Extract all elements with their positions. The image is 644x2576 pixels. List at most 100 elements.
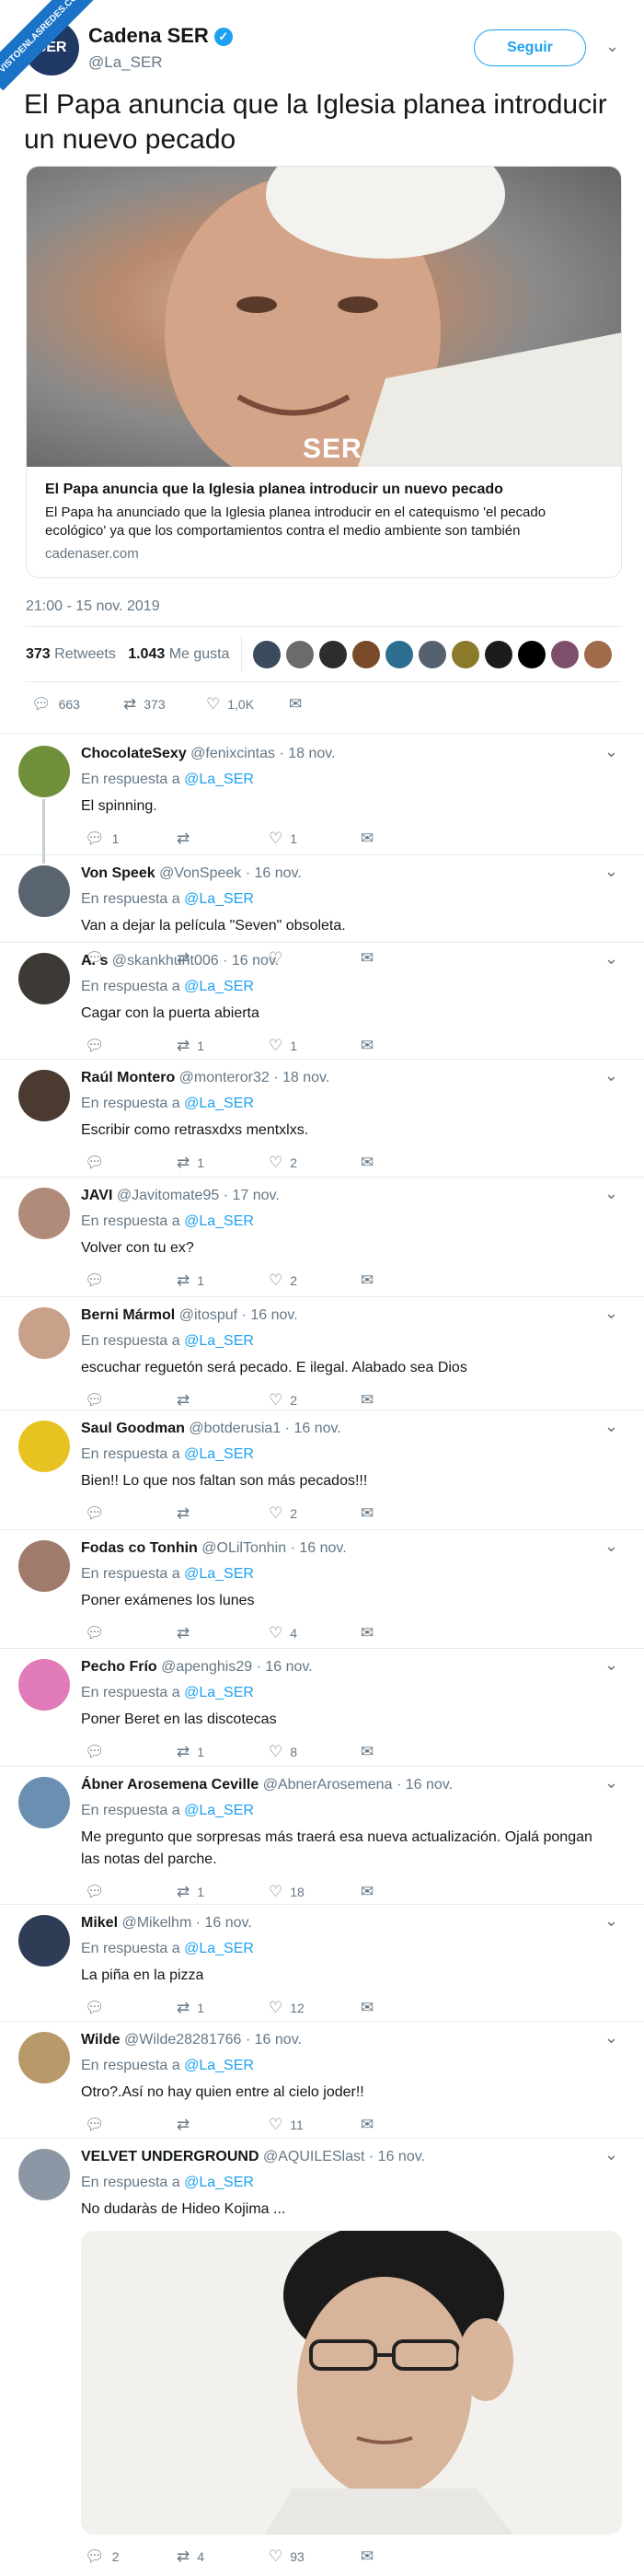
- reply-author-name[interactable]: ChocolateSexy: [81, 746, 187, 761]
- reply-author[interactable]: A. s @skankhunt006 · 16 nov.: [81, 953, 279, 969]
- reply-author-handle[interactable]: @monteror32: [179, 1070, 270, 1085]
- message-action[interactable]: ✉: [361, 1392, 374, 1408]
- reply-to-handle[interactable]: @La_SER: [184, 1685, 254, 1700]
- chevron-down-icon[interactable]: ⌄: [604, 1417, 618, 1436]
- reply-action[interactable]: 💬︎: [85, 1272, 177, 1288]
- liker-avatar[interactable]: [518, 641, 546, 668]
- chevron-down-icon[interactable]: ⌄: [604, 2028, 618, 2048]
- avatar[interactable]: [18, 1070, 70, 1121]
- like-action[interactable]: ♡ 4: [269, 1625, 361, 1641]
- message-action[interactable]: ✉: [361, 2548, 374, 2564]
- liker-avatar[interactable]: [419, 641, 446, 668]
- avatar[interactable]: [18, 1659, 70, 1711]
- reply-author-handle[interactable]: @skankhunt006: [112, 953, 219, 969]
- retweet-action[interactable]: ⇄: [177, 1625, 269, 1641]
- timestamp[interactable]: 21:00 - 15 nov. 2019: [26, 598, 160, 615]
- retweet-action[interactable]: ⇄ 1: [177, 1038, 269, 1053]
- retweet-action[interactable]: ⇄ 1: [177, 1744, 269, 1759]
- message-action[interactable]: ✉: [361, 950, 374, 966]
- avatar[interactable]: [18, 1777, 70, 1828]
- reply-action[interactable]: 💬︎: [85, 1155, 177, 1170]
- like-action[interactable]: ♡ 1: [269, 1038, 361, 1053]
- reply-date[interactable]: · 16 nov.: [285, 1421, 341, 1436]
- message-action[interactable]: ✉: [361, 1155, 374, 1170]
- avatar[interactable]: [18, 865, 70, 917]
- message-action[interactable]: ✉: [361, 1272, 374, 1288]
- reply-action[interactable]: 💬︎: [85, 1744, 177, 1759]
- avatar[interactable]: [18, 746, 70, 797]
- reply-to-handle[interactable]: @La_SER: [184, 1096, 254, 1111]
- chevron-down-icon[interactable]: ⌄: [604, 949, 618, 969]
- like-action[interactable]: ♡ 18: [269, 1884, 361, 1899]
- chevron-down-icon[interactable]: ⌄: [604, 1655, 618, 1675]
- reply-date[interactable]: · 17 nov.: [224, 1188, 280, 1203]
- reply-date[interactable]: · 16 nov.: [369, 2149, 425, 2164]
- like-action[interactable]: ♡ 2: [269, 1272, 361, 1288]
- reply-action[interactable]: 💬︎: [85, 1038, 177, 1053]
- reply-author[interactable]: ChocolateSexy @fenixcintas · 18 nov.: [81, 746, 336, 762]
- reply-action[interactable]: 💬︎: [85, 1392, 177, 1408]
- reply-author[interactable]: Berni Mármol @itospuf · 16 nov.: [81, 1307, 298, 1324]
- likers-avatars[interactable]: [253, 641, 612, 668]
- retweet-action[interactable]: ⇄ 373: [123, 696, 206, 712]
- message-action[interactable]: ✉: [361, 2000, 374, 2015]
- reply-author-handle[interactable]: @AQUILESlast: [263, 2149, 365, 2164]
- link-card[interactable]: SER El Papa anuncia que la Iglesia plane…: [26, 166, 622, 578]
- like-action[interactable]: ♡ 11: [269, 2117, 361, 2132]
- like-action[interactable]: ♡ 1: [269, 830, 361, 846]
- reply-author-name[interactable]: Raúl Montero: [81, 1070, 175, 1085]
- reply-date[interactable]: · 16 nov.: [246, 2032, 302, 2048]
- reply-author-handle[interactable]: @apenghis29: [161, 1659, 252, 1675]
- avatar[interactable]: [18, 1421, 70, 1472]
- chevron-down-icon[interactable]: ⌄: [604, 862, 618, 881]
- reply-author-handle[interactable]: @VonSpeek: [159, 865, 241, 881]
- reply-date[interactable]: · 16 nov.: [257, 1659, 313, 1675]
- reply-author[interactable]: Pecho Frío @apenghis29 · 16 nov.: [81, 1659, 313, 1676]
- like-action[interactable]: ♡ 2: [269, 1155, 361, 1170]
- avatar[interactable]: [18, 1540, 70, 1592]
- reply-to-handle[interactable]: @La_SER: [184, 1213, 254, 1229]
- reply-author[interactable]: VELVET UNDERGROUND @AQUILESlast · 16 nov…: [81, 2149, 425, 2165]
- avatar[interactable]: [18, 2032, 70, 2083]
- reply-action[interactable]: 💬︎: [85, 2000, 177, 2015]
- like-action[interactable]: ♡: [269, 950, 361, 966]
- reply-to-handle[interactable]: @La_SER: [184, 2058, 254, 2073]
- reply-author-handle[interactable]: @botderusia1: [189, 1421, 281, 1436]
- liker-avatar[interactable]: [286, 641, 314, 668]
- reply-to-handle[interactable]: @La_SER: [184, 1941, 254, 1956]
- reply-author-name[interactable]: Wilde: [81, 2032, 121, 2048]
- message-action[interactable]: ✉: [361, 1744, 374, 1759]
- reply-author-name[interactable]: VELVET UNDERGROUND: [81, 2149, 259, 2164]
- account-name-text[interactable]: Cadena SER: [88, 24, 209, 47]
- retweet-action[interactable]: ⇄ 1: [177, 2000, 269, 2015]
- reply-to-handle[interactable]: @La_SER: [184, 772, 254, 787]
- avatar[interactable]: [18, 1915, 70, 1967]
- reply-date[interactable]: · 16 nov.: [246, 865, 302, 881]
- like-action[interactable]: ♡ 2: [269, 1392, 361, 1408]
- reply-to-handle[interactable]: @La_SER: [184, 2175, 254, 2190]
- account-name[interactable]: Cadena SER ✓: [88, 24, 233, 48]
- reply-date[interactable]: · 16 nov.: [291, 1540, 347, 1556]
- like-action[interactable]: ♡ 93: [269, 2548, 361, 2564]
- reply-author-handle[interactable]: @AbnerArosemena: [263, 1777, 393, 1793]
- chevron-down-icon[interactable]: ⌄: [604, 1066, 618, 1085]
- message-action[interactable]: ✉: [361, 1038, 374, 1053]
- reply-author[interactable]: Von Speek @VonSpeek · 16 nov.: [81, 865, 302, 882]
- retweet-action[interactable]: ⇄: [177, 1392, 269, 1408]
- retweet-action[interactable]: ⇄ 4: [177, 2548, 269, 2564]
- reply-action[interactable]: 💬︎ 1: [85, 830, 177, 846]
- chevron-down-icon[interactable]: ⌄: [604, 1773, 618, 1793]
- like-action[interactable]: ♡ 1,0K: [206, 696, 289, 712]
- likes-label[interactable]: Me gusta: [169, 646, 230, 662]
- reply-action[interactable]: 💬︎: [85, 1625, 177, 1641]
- like-action[interactable]: ♡ 2: [269, 1505, 361, 1521]
- reply-action[interactable]: 💬︎: [85, 1884, 177, 1899]
- reply-to-handle[interactable]: @La_SER: [184, 1446, 254, 1462]
- reply-author-handle[interactable]: @fenixcintas: [190, 746, 275, 761]
- retweet-action[interactable]: ⇄ 1: [177, 1155, 269, 1170]
- reply-author[interactable]: JAVI @Javitomate95 · 17 nov.: [81, 1188, 280, 1204]
- chevron-down-icon[interactable]: ⌄: [604, 1911, 618, 1931]
- retweet-action[interactable]: ⇄ 1: [177, 1272, 269, 1288]
- liker-avatar[interactable]: [319, 641, 347, 668]
- reply-author-handle[interactable]: @Javitomate95: [117, 1188, 219, 1203]
